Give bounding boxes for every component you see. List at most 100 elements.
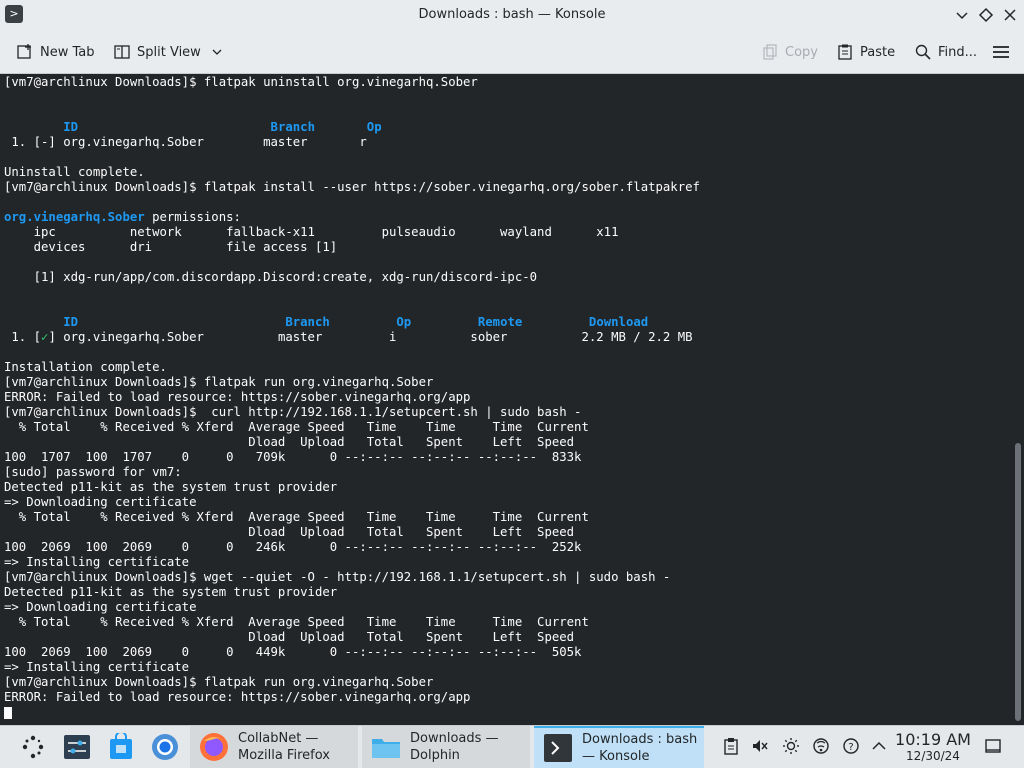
terminal-line: ID Branch Op [63, 120, 382, 134]
terminal-line: ERROR: Failed to load resource: https://… [4, 390, 471, 404]
terminal-line: ipc network fallback-x11 pulseaudio wayl… [4, 225, 619, 239]
minimize-icon[interactable] [952, 5, 972, 25]
terminal-lines: [vm7@archlinux Downloads]$ flatpak unins… [4, 75, 700, 720]
paste-label: Paste [860, 44, 896, 60]
paste-button[interactable]: Paste [836, 40, 895, 64]
terminal-line: % Total % Received % Xferd Average Speed… [4, 615, 589, 629]
search-icon [915, 44, 931, 60]
clock-time: 10:19 AM [895, 730, 971, 749]
application-launcher-icon[interactable] [18, 732, 48, 762]
terminal-line: [vm7@archlinux Downloads]$ flatpak insta… [4, 180, 700, 194]
close-icon[interactable] [1000, 5, 1020, 25]
terminal-line: Installation complete. [4, 360, 167, 374]
task-dolphin-label: Downloads — Dolphin [410, 730, 499, 764]
task-dolphin-line1: Downloads — [410, 731, 499, 746]
terminal-line: 100 2069 100 2069 0 0 246k 0 --:--:-- --… [4, 540, 582, 554]
task-konsole-label: Downloads : bash — Konsole [582, 731, 697, 765]
konsole-icon [544, 734, 572, 762]
terminal-line: [1] xdg-run/app/com.discordapp.Discord:c… [4, 270, 538, 284]
chevron-down-icon[interactable] [211, 46, 223, 58]
task-firefox-line2: Mozilla Firefox [238, 748, 330, 763]
terminal-line: [vm7@archlinux Downloads]$ flatpak unins… [4, 75, 478, 89]
new-tab-label: New Tab [40, 44, 95, 60]
paste-icon [838, 44, 852, 60]
terminal-line: => Installing certificate [4, 660, 190, 674]
terminal-line: [vm7@archlinux Downloads]$ flatpak run o… [4, 375, 434, 389]
task-firefox[interactable]: CollabNet — Mozilla Firefox [190, 726, 358, 768]
new-tab-button[interactable]: New Tab [16, 40, 95, 64]
terminal-line: Dload Upload Total Spent Left Speed [4, 630, 575, 644]
terminal-line: [vm7@archlinux Downloads]$ flatpak run o… [4, 675, 434, 689]
chevron-up-icon[interactable] [868, 734, 890, 758]
svg-text:?: ? [848, 742, 853, 753]
title-bar: > Downloads : bash — Konsole [0, 0, 1024, 30]
task-konsole-line1: Downloads : bash [582, 732, 698, 747]
terminal-line: Dload Upload Total Spent Left Speed [4, 435, 575, 449]
split-view-button[interactable]: Split View [113, 40, 223, 64]
terminal-line: Detected p11-kit as the system trust pro… [4, 480, 338, 494]
terminal-line: Dload Upload Total Spent Left Speed [4, 525, 575, 539]
terminal-line: % Total % Received % Xferd Average Speed… [4, 420, 589, 434]
show-desktop-icon[interactable] [982, 734, 1004, 758]
find-button[interactable]: Find... [914, 40, 977, 64]
task-konsole-line2: — Konsole [582, 749, 650, 764]
clipboard-icon[interactable] [720, 734, 742, 758]
taskbar: CollabNet — Mozilla Firefox Downloads — Do… [0, 725, 1024, 768]
find-label: Find... [938, 44, 978, 60]
terminal-line: [vm7@archlinux Downloads]$ wget --quiet … [4, 570, 671, 584]
terminal-line [4, 705, 700, 720]
terminal-line: => Downloading certificate [4, 600, 197, 614]
task-dolphin-line2: Dolphin [410, 748, 460, 763]
terminal-line: [sudo] password for vm7: [4, 465, 182, 479]
copy-button[interactable]: Copy [761, 40, 818, 64]
maximize-icon[interactable] [976, 5, 996, 25]
terminal-output[interactable]: [vm7@archlinux Downloads]$ flatpak unins… [0, 75, 1024, 725]
terminal-line: [vm7@archlinux Downloads]$ curl http://1… [4, 405, 582, 419]
split-view-label: Split View [137, 44, 201, 60]
task-dolphin[interactable]: Downloads — Dolphin [362, 726, 530, 768]
system-settings-icon[interactable] [62, 732, 92, 762]
discover-icon[interactable] [106, 732, 136, 762]
terminal-line: 1. [✓] org.vinegarhq.Sober master i sobe… [4, 330, 693, 344]
terminal-line: devices dri file access [1] [4, 240, 338, 254]
clock[interactable]: 10:19 AM 12/30/24 [894, 730, 972, 764]
task-firefox-label: CollabNet — Mozilla Firefox [238, 730, 330, 764]
terminal-line: Uninstall complete. [4, 165, 145, 179]
terminal-cursor [4, 706, 12, 719]
window-title: Downloads : bash — Konsole [418, 7, 606, 22]
hamburger-menu-button[interactable] [991, 40, 1017, 64]
terminal-line: ERROR: Failed to load resource: https://… [4, 690, 471, 704]
new-tab-icon [17, 44, 31, 59]
terminal-line: => Downloading certificate [4, 495, 197, 509]
terminal-line: 100 1707 100 1707 0 0 709k 0 --:--:-- --… [4, 450, 582, 464]
terminal-line: ID Branch Op Remote Download [63, 315, 649, 329]
chromium-icon[interactable] [150, 732, 180, 762]
hamburger-menu-icon [993, 46, 1009, 58]
copy-label: Copy [785, 44, 818, 60]
help-icon[interactable]: ? [840, 734, 862, 758]
terminal-line: % Total % Received % Xferd Average Speed… [4, 510, 589, 524]
toolbar: New Tab Split View Copy Paste Find... [0, 30, 1024, 74]
volume-muted-icon[interactable] [749, 734, 771, 758]
task-konsole[interactable]: Downloads : bash — Konsole [534, 726, 704, 768]
terminal-scrollbar[interactable] [1015, 443, 1021, 721]
terminal-line: Detected p11-kit as the system trust pro… [4, 585, 338, 599]
brightness-icon[interactable] [780, 734, 802, 758]
terminal-line: org.vinegarhq.Sober permissions: [4, 210, 241, 224]
network-icon[interactable] [810, 734, 832, 758]
task-firefox-line1: CollabNet — [238, 731, 319, 746]
firefox-icon [200, 733, 228, 761]
dolphin-icon [372, 739, 400, 758]
terminal-line: => Installing certificate [4, 555, 190, 569]
clock-date: 12/30/24 [906, 749, 960, 763]
terminal-line: 100 2069 100 2069 0 0 449k 0 --:--:-- --… [4, 645, 582, 659]
copy-icon [763, 44, 777, 60]
terminal-line: 1. [-] org.vinegarhq.Sober master r [4, 135, 367, 149]
